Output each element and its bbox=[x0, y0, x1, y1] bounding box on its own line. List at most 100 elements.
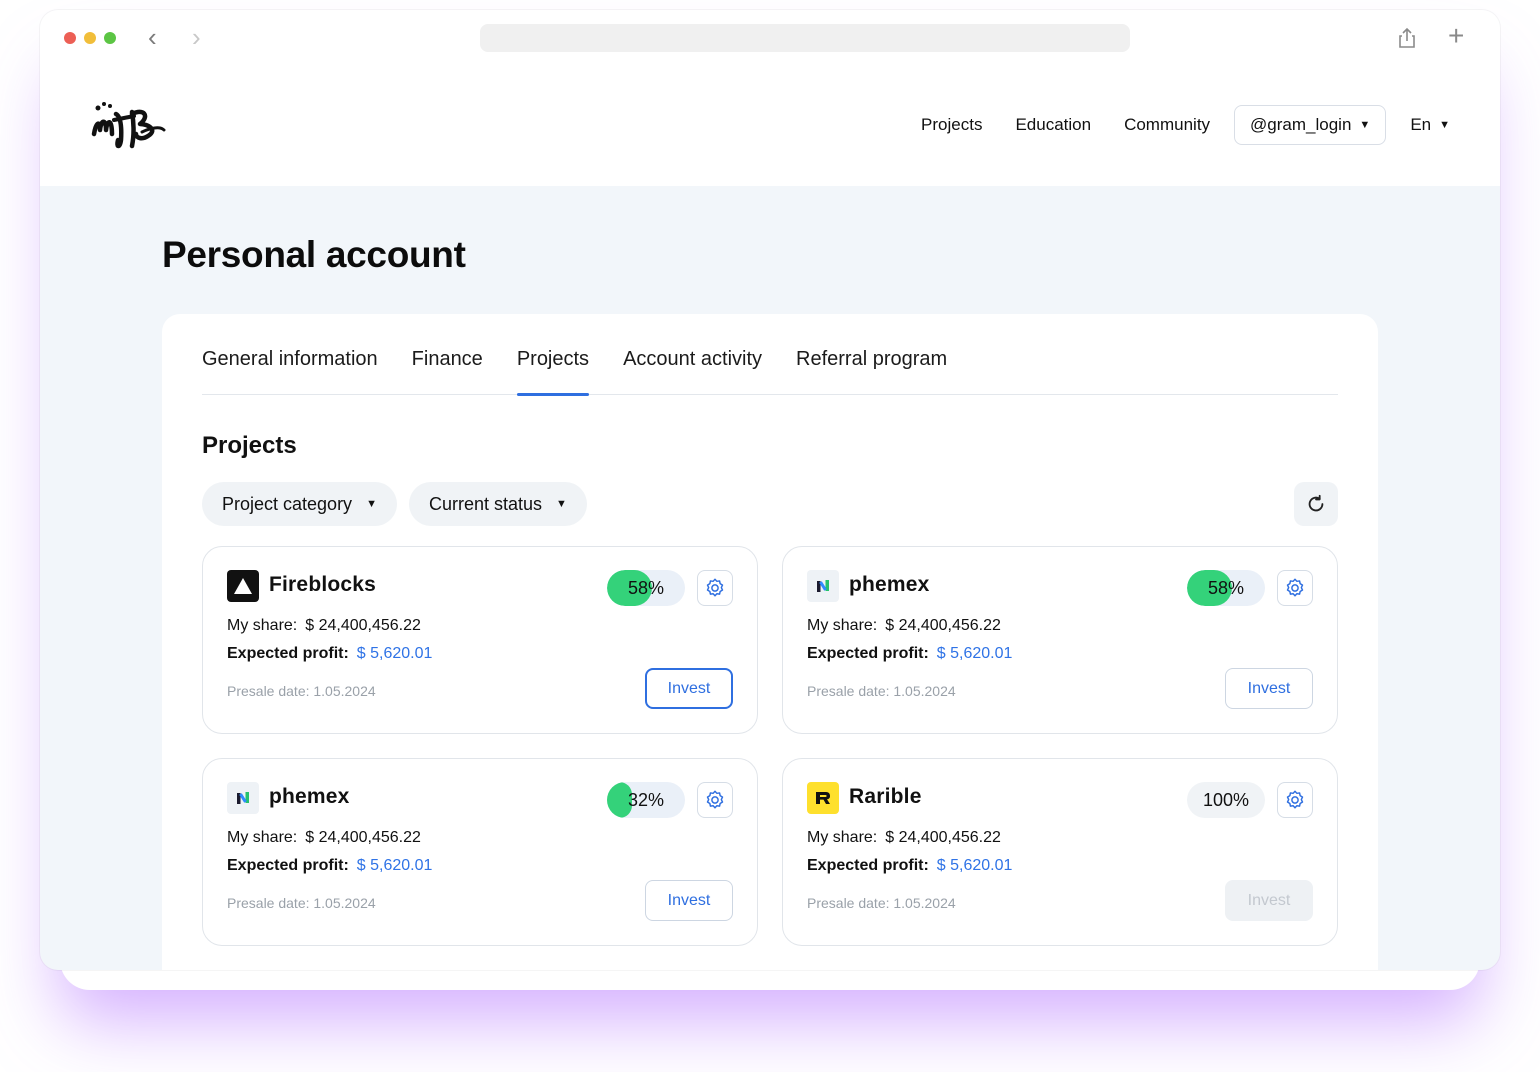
invest-button[interactable]: Invest bbox=[645, 668, 733, 709]
presale-date: Presale date: 1.05.2024 bbox=[227, 895, 376, 911]
my-share-value: $ 24,400,456.22 bbox=[885, 829, 1001, 846]
page-title: Personal account bbox=[162, 234, 466, 275]
language-label: En bbox=[1410, 115, 1432, 134]
caret-down-icon: ▼ bbox=[556, 498, 567, 510]
my-share-value: $ 24,400,456.22 bbox=[305, 617, 421, 634]
share-icon[interactable] bbox=[1396, 26, 1418, 50]
tab-finance[interactable]: Finance bbox=[412, 314, 483, 395]
refresh-icon bbox=[1308, 494, 1324, 512]
presale-date: Presale date: 1.05.2024 bbox=[227, 683, 376, 699]
invest-button[interactable]: Invest bbox=[1225, 880, 1313, 921]
gear-icon bbox=[1286, 790, 1304, 809]
caret-down-icon: ▼ bbox=[1439, 119, 1450, 131]
project-card: Rarible 100% My share: $ 24,400,456.22 Ex… bbox=[782, 758, 1338, 946]
my-share: My share: $ 24,400,456.22 bbox=[807, 829, 1001, 847]
settings-button[interactable] bbox=[1277, 782, 1313, 818]
caret-down-icon: ▼ bbox=[366, 498, 377, 510]
presale-date: Presale date: 1.05.2024 bbox=[807, 683, 956, 699]
nav-link-projects[interactable]: Projects bbox=[921, 115, 982, 135]
tab-projects[interactable]: Projects bbox=[516, 314, 590, 396]
my-share: My share: $ 24,400,456.22 bbox=[227, 829, 421, 847]
progress-percent: 58% bbox=[1207, 577, 1245, 598]
my-share-value: $ 24,400,456.22 bbox=[305, 829, 421, 846]
address-bar[interactable] bbox=[480, 24, 1130, 52]
funding-progress: 100% bbox=[1187, 782, 1265, 818]
section-title: Projects bbox=[202, 432, 297, 459]
expected-profit-label: Expected profit: bbox=[807, 857, 929, 874]
expected-profit-label: Expected profit: bbox=[227, 645, 349, 662]
invest-button[interactable]: Invest bbox=[1225, 668, 1313, 709]
filter-bar: Project category ▼ Current status ▼ bbox=[202, 482, 587, 526]
my-share-label: My share: bbox=[227, 617, 298, 634]
expected-profit-value: $ 5,620.01 bbox=[356, 645, 433, 662]
project-name: phemex bbox=[849, 573, 930, 596]
new-tab-icon[interactable]: + bbox=[1448, 20, 1464, 52]
expected-profit: Expected profit: $ 5,620.01 bbox=[807, 645, 1012, 663]
language-dropdown[interactable]: En ▼ bbox=[1410, 115, 1450, 135]
phemex-logo-icon bbox=[807, 570, 839, 602]
status-filter-dropdown[interactable]: Current status ▼ bbox=[408, 482, 587, 526]
settings-button[interactable] bbox=[697, 570, 733, 606]
tab-account-activity[interactable]: Account activity bbox=[623, 314, 762, 395]
expected-profit-label: Expected profit: bbox=[227, 857, 349, 874]
project-card: phemex 32% My share: $ 24,400,456.22 Expe… bbox=[202, 758, 758, 946]
refresh-button[interactable] bbox=[1294, 482, 1338, 526]
tab-general-information[interactable]: General information bbox=[202, 314, 378, 395]
expected-profit-value: $ 5,620.01 bbox=[936, 857, 1013, 874]
expected-profit: Expected profit: $ 5,620.01 bbox=[227, 857, 432, 875]
project-card: Fireblocks 58% My share: $ 24,400,456.22 … bbox=[202, 546, 758, 734]
account-username: @gram_login bbox=[1250, 115, 1352, 134]
invest-button[interactable]: Invest bbox=[645, 880, 733, 921]
expected-profit-label: Expected profit: bbox=[807, 645, 929, 662]
tab-referral-program[interactable]: Referral program bbox=[796, 314, 947, 395]
funding-progress: 32% bbox=[607, 782, 685, 818]
phemex-logo-icon bbox=[227, 782, 259, 814]
expected-profit-value: $ 5,620.01 bbox=[936, 645, 1013, 662]
expected-profit: Expected profit: $ 5,620.01 bbox=[807, 857, 1012, 875]
fireblocks-logo-icon bbox=[227, 570, 259, 602]
funding-progress: 58% bbox=[607, 570, 685, 606]
presale-date: Presale date: 1.05.2024 bbox=[807, 895, 956, 911]
category-filter-label: Project category bbox=[222, 493, 353, 514]
forward-arrow-icon[interactable]: › bbox=[192, 24, 201, 50]
my-share-label: My share: bbox=[807, 617, 878, 634]
brand-logo-icon[interactable] bbox=[88, 94, 168, 158]
my-share-label: My share: bbox=[227, 829, 298, 846]
gear-icon bbox=[706, 578, 724, 597]
close-window-button[interactable] bbox=[64, 32, 76, 44]
caret-down-icon: ▼ bbox=[1359, 119, 1371, 131]
project-name: Rarible bbox=[849, 785, 922, 808]
project-card: phemex 58% My share: $ 24,400,456.22 Expe… bbox=[782, 546, 1338, 734]
maximize-window-button[interactable] bbox=[104, 32, 116, 44]
site-header: Projects Education Community @gram_login… bbox=[40, 66, 1500, 186]
funding-progress: 58% bbox=[1187, 570, 1265, 606]
expected-profit-value: $ 5,620.01 bbox=[356, 857, 433, 874]
back-arrow-icon[interactable]: ‹ bbox=[148, 24, 157, 50]
rarible-logo-icon bbox=[807, 782, 839, 814]
minimize-window-button[interactable] bbox=[84, 32, 96, 44]
my-share: My share: $ 24,400,456.22 bbox=[807, 617, 1001, 635]
top-navigation: Projects Education Community @gram_login… bbox=[888, 105, 1450, 145]
project-name: phemex bbox=[269, 785, 350, 808]
gear-icon bbox=[706, 790, 724, 809]
expected-profit: Expected profit: $ 5,620.01 bbox=[227, 645, 432, 663]
settings-button[interactable] bbox=[697, 782, 733, 818]
status-filter-label: Current status bbox=[428, 493, 542, 514]
progress-percent: 100% bbox=[1202, 789, 1250, 810]
progress-percent: 58% bbox=[627, 577, 665, 598]
project-name: Fireblocks bbox=[269, 573, 377, 596]
category-filter-dropdown[interactable]: Project category ▼ bbox=[202, 482, 397, 526]
browser-window: ‹ › + Projects Education Community @gram… bbox=[40, 10, 1500, 970]
my-share-label: My share: bbox=[807, 829, 878, 846]
browser-toolbar: ‹ › + bbox=[40, 10, 1500, 66]
account-panel: General information Finance Projects Acc… bbox=[162, 314, 1378, 970]
progress-percent: 32% bbox=[627, 789, 665, 810]
settings-button[interactable] bbox=[1277, 570, 1313, 606]
account-tabs: General information Finance Projects Acc… bbox=[202, 314, 1338, 396]
my-share-value: $ 24,400,456.22 bbox=[885, 617, 1001, 634]
gear-icon bbox=[1286, 578, 1304, 597]
account-dropdown[interactable]: @gram_login ▼ bbox=[1234, 105, 1387, 145]
nav-link-community[interactable]: Community bbox=[1124, 115, 1210, 135]
nav-link-education[interactable]: Education bbox=[1015, 115, 1091, 135]
window-controls bbox=[64, 32, 116, 44]
